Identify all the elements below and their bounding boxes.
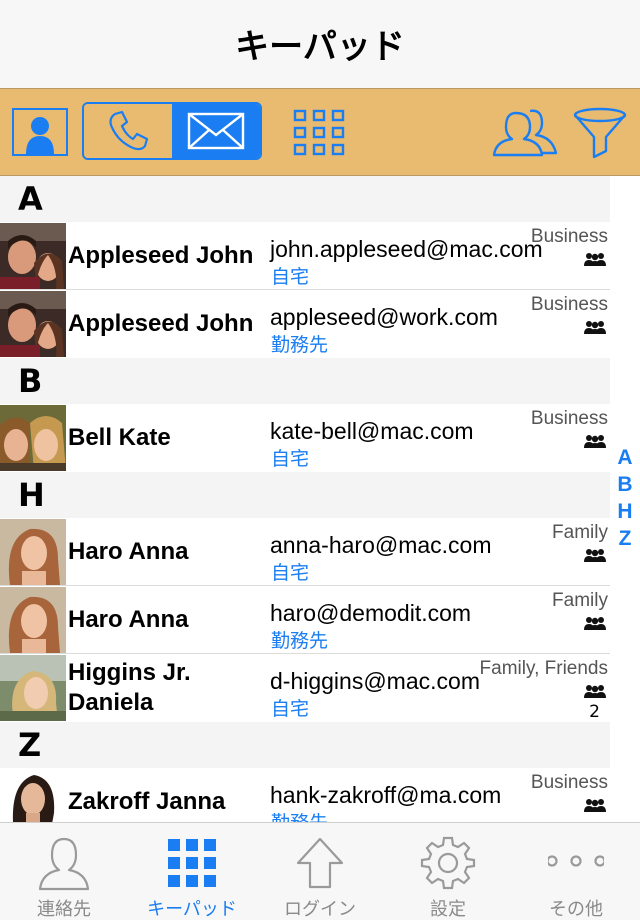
section-header: B [0, 358, 610, 404]
email-type-label: 自宅 [271, 448, 310, 470]
email-type-label: 自宅 [271, 698, 310, 720]
group-icon [584, 799, 606, 812]
group-icon [584, 435, 606, 448]
contact-card-icon [26, 117, 54, 154]
contact-email: hank-zakroff@ma.com [270, 782, 502, 808]
grid-view-button[interactable] [292, 109, 346, 157]
group-label: Family, Friends [479, 658, 608, 679]
contact-row[interactable]: Appleseed John appleseed@work.com 勤務先 Bu… [0, 290, 610, 358]
contact-name: Haro Anna [68, 538, 189, 565]
tab-label: 設定 [430, 899, 466, 920]
groups-icon [492, 109, 558, 157]
contact-name: Bell Kate [68, 424, 171, 451]
contact-email: anna-haro@mac.com [270, 532, 492, 558]
section-header: A [0, 176, 610, 222]
tab-keypad[interactable]: キーパッド [128, 823, 256, 920]
phone-icon [109, 110, 149, 151]
filter-button[interactable] [572, 105, 628, 161]
group-icon [584, 617, 606, 630]
group-label: Family [552, 522, 608, 543]
filter-icon [573, 107, 627, 159]
index-letter[interactable]: H [614, 500, 636, 527]
section-header: Z [0, 722, 610, 768]
upload-arrow-icon [296, 837, 344, 889]
avatar [0, 223, 66, 289]
contact-email: appleseed@work.com [270, 304, 498, 330]
tab-label: 連絡先 [37, 899, 91, 920]
group-label: Business [530, 772, 608, 793]
group-count: 2 [589, 702, 600, 722]
contact-list: A Appleseed John john.appleseed@mac.com … [0, 176, 610, 822]
contact-method-segment [82, 102, 262, 160]
more-icon [548, 855, 604, 867]
avatar [0, 769, 66, 822]
index-letter[interactable]: A [614, 446, 636, 473]
section-index[interactable]: A B H Z [614, 446, 636, 554]
gear-icon [420, 836, 476, 890]
group-icon [584, 253, 606, 266]
contact-row[interactable]: Zakroff Janna hank-zakroff@ma.com 勤務先 Bu… [0, 768, 610, 822]
avatar [0, 587, 66, 653]
contact-email: d-higgins@mac.com [270, 668, 480, 694]
contact-name: Appleseed John [68, 310, 254, 337]
contact-row[interactable]: Haro Anna haro@demodit.com 勤務先 Family [0, 586, 610, 654]
contact-row[interactable]: Appleseed John john.appleseed@mac.com 自宅… [0, 222, 610, 290]
email-type-label: 自宅 [271, 562, 310, 584]
tab-more[interactable]: その他 [512, 823, 640, 920]
avatar [0, 519, 66, 585]
index-letter[interactable]: B [614, 473, 636, 500]
filter-toolbar [0, 88, 640, 176]
contact-name: Zakroff Janna [68, 788, 226, 815]
email-type-label: 勤務先 [271, 808, 328, 822]
tab-label: キーパッド [147, 899, 237, 920]
group-icon [584, 549, 606, 562]
tab-settings[interactable]: 設定 [384, 823, 512, 920]
phone-segment[interactable] [84, 104, 172, 158]
contact-name: Higgins Jr. Daniela [68, 659, 191, 716]
tab-label: ログイン [284, 899, 356, 920]
tab-login[interactable]: ログイン [256, 823, 384, 920]
avatar [0, 405, 66, 471]
email-type-label: 勤務先 [271, 334, 329, 356]
section-header: H [0, 472, 610, 518]
contact-row[interactable]: Higgins Jr. Daniela d-higgins@mac.com 自宅… [0, 654, 610, 722]
group-icon [584, 685, 606, 698]
keypad-icon [168, 839, 216, 887]
groups-button[interactable] [490, 103, 560, 159]
contact-email: john.appleseed@mac.com [270, 236, 543, 262]
contact-row[interactable]: Bell Kate kate-bell@mac.com 自宅 Business [0, 404, 610, 472]
grid-icon [293, 109, 345, 156]
navigation-bar: キーパッド [0, 0, 640, 88]
group-icon [584, 321, 606, 334]
tab-bar: 連絡先 キーパッド ログイン 設定 その他 [0, 822, 640, 920]
contact-name: Appleseed John [68, 242, 254, 269]
tab-label: その他 [549, 899, 603, 920]
email-type-label: 自宅 [271, 266, 310, 288]
email-type-label: 勤務先 [271, 630, 329, 652]
email-segment[interactable] [172, 104, 260, 158]
contact-row[interactable]: Haro Anna anna-haro@mac.com 自宅 Family [0, 518, 610, 586]
group-label: Business [530, 408, 608, 429]
person-icon [38, 837, 90, 891]
contact-name: Haro Anna [68, 606, 189, 633]
index-letter[interactable]: Z [614, 527, 636, 554]
contact-email: haro@demodit.com [270, 600, 472, 626]
group-label: Business [530, 226, 608, 247]
contact-card-button[interactable] [12, 108, 68, 156]
contact-email: kate-bell@mac.com [270, 418, 474, 444]
avatar [0, 291, 66, 357]
tab-contacts[interactable]: 連絡先 [0, 823, 128, 920]
group-label: Family [552, 590, 608, 611]
avatar [0, 655, 66, 721]
envelope-icon [187, 112, 245, 150]
page-title: キーパッド [235, 26, 405, 67]
group-label: Business [530, 294, 608, 315]
